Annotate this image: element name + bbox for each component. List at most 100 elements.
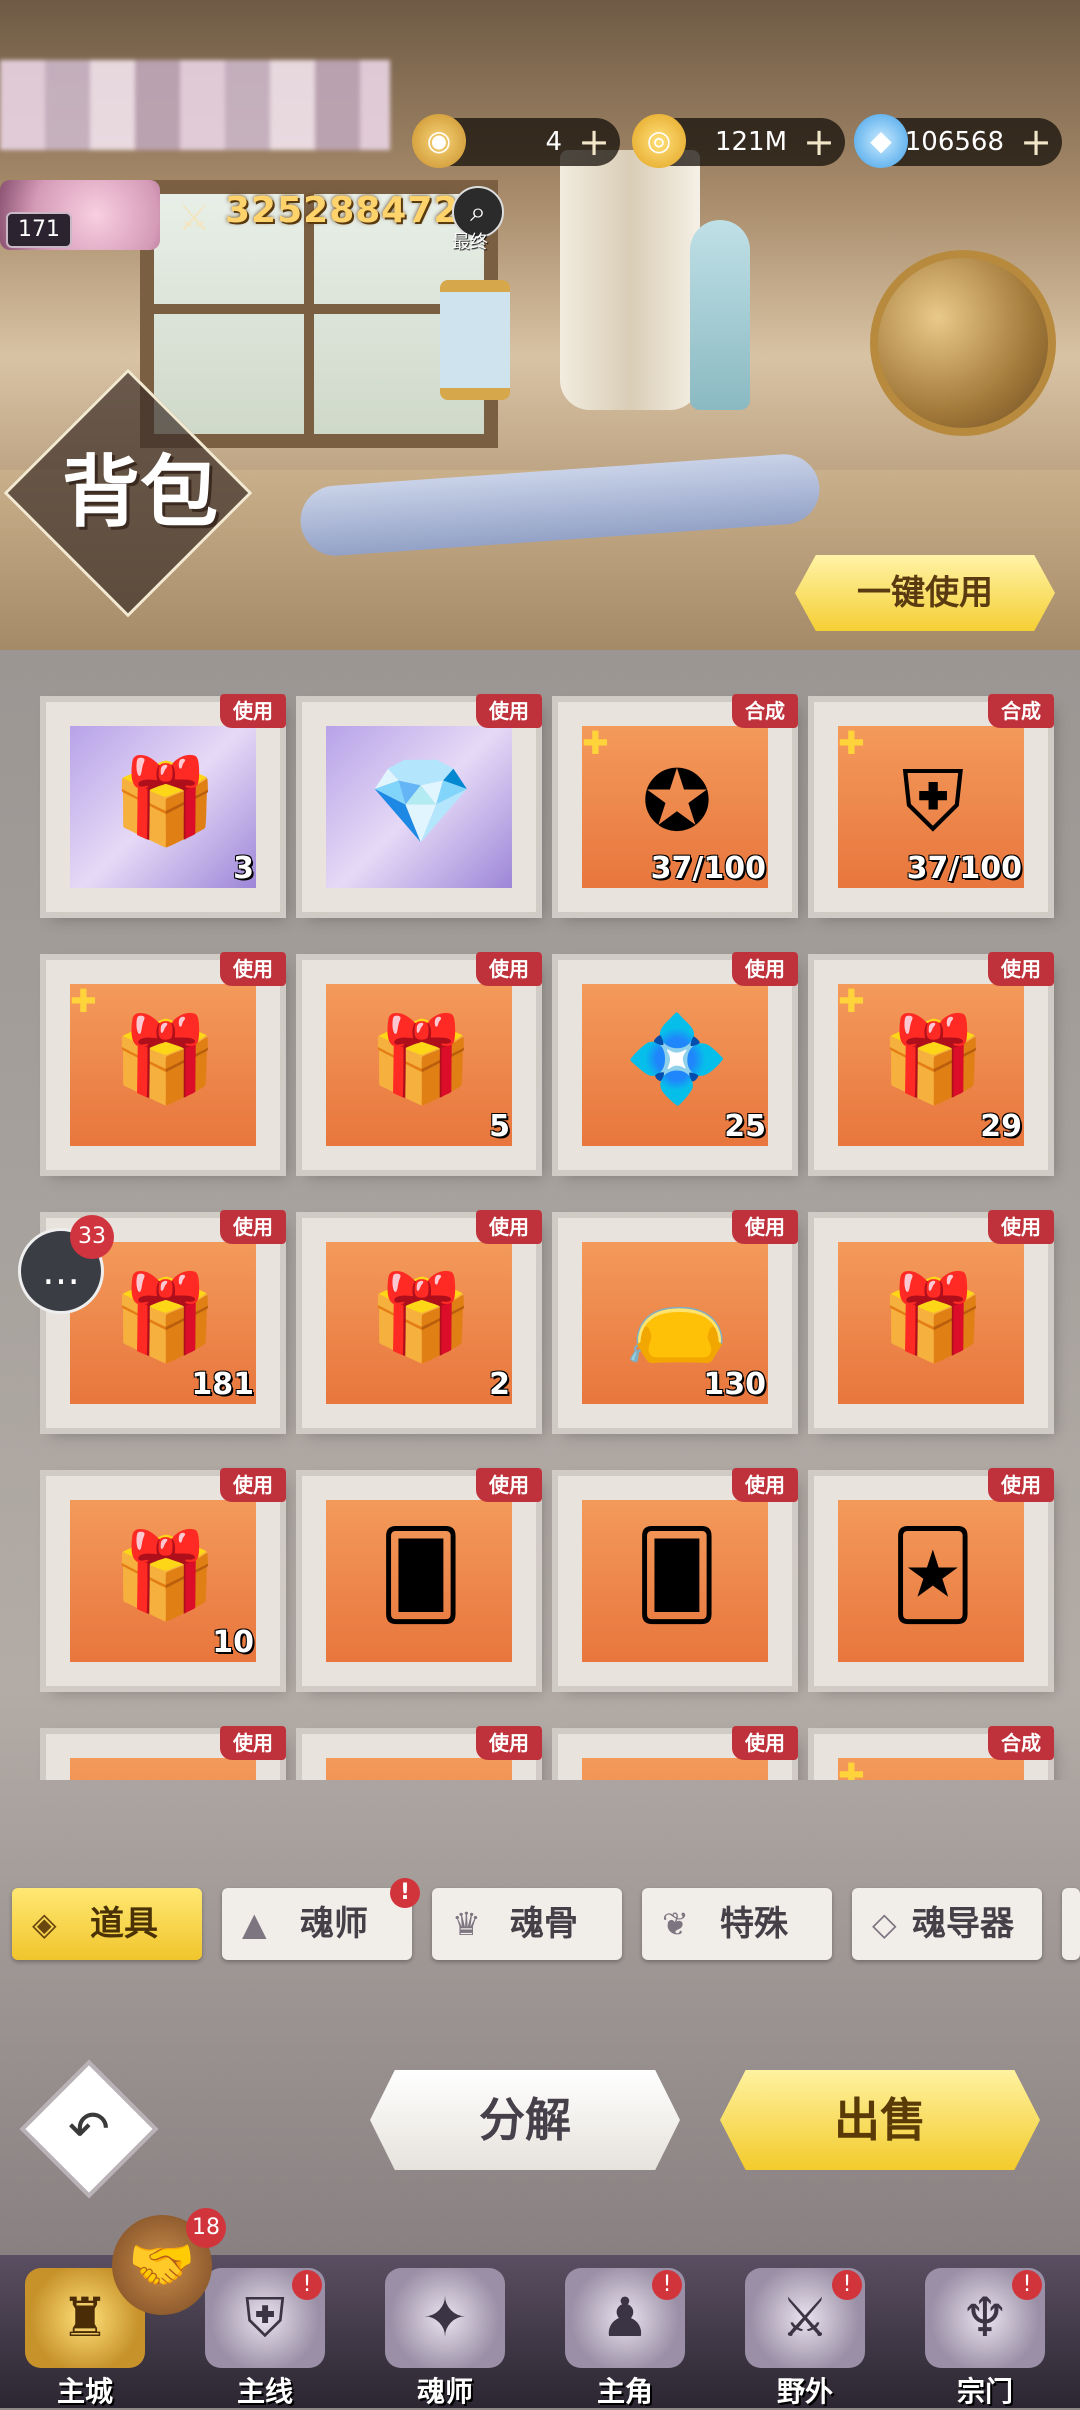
page-title: 背包	[61, 447, 218, 538]
item-action-tag[interactable]: 使用	[732, 1468, 798, 1502]
item-action-tag[interactable]: 使用	[476, 1210, 542, 1244]
nav-soul-master[interactable]: ✦ 魂师	[360, 2260, 530, 2408]
inventory-slot[interactable]: 👝 使用 130	[558, 1210, 798, 1428]
sell-button[interactable]: 出售	[720, 2070, 1040, 2170]
item-action-tag[interactable]: 使用	[732, 1726, 798, 1760]
book-icon: ✦	[385, 2268, 505, 2368]
tab-more[interactable]	[1062, 1888, 1080, 1960]
item-action-tag[interactable]: 使用	[476, 952, 542, 986]
currency-medal-value: 4	[545, 127, 562, 157]
item-count: 29	[980, 1109, 1022, 1144]
inventory-slot[interactable]: 🎁使用	[814, 1210, 1054, 1428]
blue-chest-icon: 🎁	[880, 1268, 986, 1366]
tab-soul-bone-label: 魂骨	[510, 1904, 578, 1944]
inventory-slot[interactable]: 🎁 ✚ 使用 29	[814, 952, 1054, 1170]
item-action-tag[interactable]: 使用	[220, 1210, 286, 1244]
inventory-slot[interactable]: 🔮 ✚ 合成	[814, 1726, 1054, 1780]
tab-items[interactable]: ◈ 道具	[12, 1888, 202, 1960]
inventory-slot[interactable]: ⛨ ✚ 合成 37/100	[814, 694, 1054, 912]
orb-icon: 🔮	[878, 1778, 988, 1780]
soul-device-icon: ◇	[872, 1905, 897, 1943]
treasure-chest-icon: 💎	[368, 752, 474, 850]
inventory-slot[interactable]: 🎁 使用 10	[46, 1468, 286, 1686]
item-action-tag[interactable]: 使用	[988, 1468, 1054, 1502]
inventory-slot[interactable]: ✪ ✚ 合成 37/100	[558, 694, 798, 912]
inventory-slot[interactable]: 🎁 使用 2	[302, 1210, 542, 1428]
tab-special-label: 特殊	[720, 1904, 788, 1944]
inventory-slot[interactable]: 🎁使用	[46, 1726, 286, 1780]
item-action-tag[interactable]: 使用	[476, 694, 542, 728]
nav-mainline-alert: !	[292, 2270, 322, 2300]
inventory-slot[interactable]: 🎁 使用	[302, 1726, 542, 1780]
slot-background: 🎁	[838, 1242, 1024, 1404]
inventory-slot[interactable]: 🂠 使用	[302, 1468, 542, 1686]
inventory-slot[interactable]: 🂠 使用	[558, 1468, 798, 1686]
item-count: 37/100	[906, 851, 1022, 886]
tab-special[interactable]: ❦ 特殊	[642, 1888, 832, 1960]
currency-diamond-value: 106568	[904, 127, 1004, 157]
add-medal-button[interactable]: +	[578, 118, 610, 166]
add-diamond-button[interactable]: +	[1020, 118, 1052, 166]
slot-background: 🎁	[70, 1758, 256, 1780]
item-action-tag[interactable]: 合成	[988, 1726, 1054, 1760]
search-label: 最终	[452, 232, 488, 253]
item-action-tag[interactable]: 使用	[220, 1726, 286, 1760]
inventory-slot[interactable]: 🃏 使用	[814, 1468, 1054, 1686]
tab-soul-device-label: 魂导器	[912, 1904, 1014, 1944]
item-count: 2	[489, 1367, 510, 1402]
item-action-tag[interactable]: 使用	[732, 952, 798, 986]
item-action-tag[interactable]: 使用	[732, 1210, 798, 1244]
slot-background: 💎	[326, 726, 512, 888]
use-all-button[interactable]: 一键使用	[795, 555, 1055, 631]
tab-soul-master-alert: !	[390, 1878, 420, 1908]
star-medallion-icon: ✪	[641, 752, 713, 850]
item-action-tag[interactable]: 使用	[476, 1726, 542, 1760]
item-count: 3	[233, 851, 254, 886]
inventory-slot[interactable]: 🎁 使用 5	[302, 952, 542, 1170]
slot-background: 🂠	[326, 1500, 512, 1662]
nav-wild[interactable]: ⚔ ! 野外	[720, 2260, 890, 2408]
item-action-tag[interactable]: 合成	[732, 694, 798, 728]
slot-background: 🎁	[326, 1758, 512, 1780]
combat-power: 325288472	[225, 190, 460, 231]
card-box-icon: 🂠	[634, 1526, 720, 1624]
chest-icon: 🎁	[366, 1778, 476, 1780]
inventory-slot[interactable]: 💎 使用	[302, 694, 542, 912]
handshake-badge: 18	[186, 2208, 226, 2248]
puzzle-piece-icon: ✚	[838, 982, 865, 1020]
tab-soul-device[interactable]: ◇ 魂导器	[852, 1888, 1042, 1960]
decompose-button[interactable]: 分解	[370, 2070, 680, 2170]
item-action-tag[interactable]: 使用	[220, 694, 286, 728]
item-count: 25	[724, 1109, 766, 1144]
item-action-tag[interactable]: 使用	[220, 1468, 286, 1502]
inventory-slot[interactable]: 💠 使用 25	[558, 952, 798, 1170]
tab-soul-master[interactable]: ▲ 魂师 !	[222, 1878, 420, 1960]
golden-chest-icon: 🎁	[880, 1010, 986, 1108]
nav-wild-label: 野外	[776, 2375, 833, 2408]
tab-soul-bone[interactable]: ♛ 魂骨	[432, 1888, 622, 1960]
diamond-icon: ◆	[854, 114, 908, 168]
item-action-tag[interactable]: 合成	[988, 694, 1054, 728]
nav-sect[interactable]: ♆ ! 宗门	[900, 2260, 1070, 2408]
banner-lamp	[690, 220, 750, 410]
inventory-slot[interactable]: 🎁 使用 3	[46, 694, 286, 912]
card-box-icon: 🂠	[378, 1526, 464, 1624]
item-action-tag[interactable]: 使用	[988, 952, 1054, 986]
inventory-slot[interactable]: 🎁使用	[558, 1726, 798, 1780]
player-level: 171	[6, 212, 72, 248]
item-action-tag[interactable]: 使用	[476, 1468, 542, 1502]
globe-decoration	[870, 250, 1056, 436]
item-count: 37/100	[650, 851, 766, 886]
winged-chest-icon: 🎁	[368, 1268, 474, 1366]
slot-background: 🎁	[582, 1758, 768, 1780]
item-count: 5	[489, 1109, 510, 1144]
nav-soul-master-label: 魂师	[416, 2375, 473, 2408]
inventory-slot[interactable]: 🎁 ✚ 使用	[46, 952, 286, 1170]
currency-diamond: ◆ 106568 +	[854, 114, 1062, 168]
blurred-player-name	[0, 60, 390, 150]
add-gold-button[interactable]: +	[803, 118, 835, 166]
item-action-tag[interactable]: 使用	[988, 1210, 1054, 1244]
slot-background: 🔮	[838, 1758, 1024, 1780]
nav-hero[interactable]: ♟ ! 主角	[540, 2260, 710, 2408]
item-action-tag[interactable]: 使用	[220, 952, 286, 986]
